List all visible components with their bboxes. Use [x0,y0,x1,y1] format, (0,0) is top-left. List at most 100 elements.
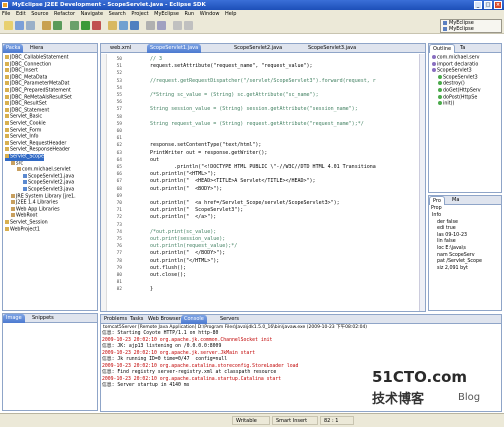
tree-item[interactable]: WebRoot [11,213,37,220]
tree-item[interactable]: Servlet_Info [5,134,38,141]
menu-navigate[interactable]: Navigate [81,11,103,17]
tab-tasks[interactable]: Tasks [127,315,146,324]
tab-scopeservlet1[interactable]: ScopeServlet1.java [147,44,202,53]
outline-item[interactable]: destroy() [438,81,465,88]
tree-item[interactable]: JDBC_ReMetaAlsResultSet [5,94,72,102]
tab-outline[interactable]: Outline [429,44,456,53]
external-tools-icon[interactable] [92,21,101,30]
code-line[interactable]: out.close(); [150,272,186,279]
new-java-project-icon[interactable] [108,21,117,30]
tree-item[interactable]: Servlet_RequestHeader [5,140,66,148]
tab-web-xml[interactable]: web.xml [107,44,134,53]
menu-source[interactable]: Source [31,11,48,17]
code-line[interactable]: /*String sc_value = (String) sc.getAttri… [150,92,319,99]
deploy-icon[interactable] [42,21,51,30]
tab-problems[interactable]: Problems [101,315,130,324]
code-line[interactable]: out.println(request_value);*/ [150,243,237,250]
tree-item[interactable]: JDBC_Insert [5,68,38,75]
menu-edit[interactable]: Edit [16,11,26,17]
code-line[interactable]: out.println(" </a>"); [150,214,216,221]
code-line[interactable]: //request.getRequestDispatcher("/servlet… [150,78,376,85]
property-row[interactable]: Info [432,213,441,220]
code-line[interactable]: /*out.print(sc_value); [150,229,216,236]
new-icon[interactable] [4,21,13,30]
new-class-icon[interactable] [130,21,139,30]
property-row[interactable]: pat /Servlet_Scope [437,259,482,266]
code-line[interactable]: request.setAttribute("request_name", "re… [150,63,313,70]
forward-icon[interactable] [184,21,193,30]
tab-properties[interactable]: Pro [429,196,445,205]
tab-scopeservlet3[interactable]: ScopeServlet3.java [305,44,359,53]
tab-web-browser[interactable]: Web Browser [145,315,184,324]
code-line[interactable]: } [150,286,153,293]
tree-item[interactable]: Web App Libraries [11,206,60,214]
debug-icon[interactable] [70,21,79,30]
tree-item[interactable]: src [11,160,23,168]
tab-console[interactable]: Console [181,315,207,324]
tab-servers[interactable]: Servers [217,315,242,324]
tree-item[interactable]: JDBC_ParameterMetaDat [5,81,69,88]
tab-scopeservlet2[interactable]: ScopeServlet2.java [231,44,285,53]
print-icon[interactable] [26,21,35,30]
outline-item[interactable]: doGet(HttpServ [438,88,481,95]
tree-item[interactable]: ScopeServlet2.java [23,180,74,187]
tab-snippets[interactable]: Snippets [29,314,57,323]
save-icon[interactable] [15,21,24,30]
outline-item[interactable]: ScopeServlet3 [432,68,472,75]
run-icon[interactable] [81,21,90,30]
code-line[interactable]: .println("<!DOCTYPE HTML PUBLIC \"-//W3C… [150,164,376,171]
tree-item[interactable]: JDBC_PreparedStatement [5,88,71,95]
code-line[interactable]: PrintWriter out = response.getWriter(); [150,150,267,157]
property-row[interactable]: lin false [437,239,456,246]
menu-run[interactable]: Run [185,11,195,17]
tree-item[interactable]: Servlet_Session [5,220,48,227]
search-icon[interactable] [146,21,155,30]
tree-item[interactable]: JDBC_ResultSet [5,101,47,108]
menu-help[interactable]: Help [225,11,236,17]
tree-item[interactable]: Servlet_ResponseHeader [5,147,70,154]
property-row[interactable]: edi true [437,226,456,233]
menu-file[interactable]: File [2,11,10,17]
close-button[interactable]: × [494,1,502,9]
tree-item[interactable]: JRE System Library [jre1. [11,193,76,201]
property-row[interactable]: siz 2,091 byt [437,266,468,273]
maximize-button[interactable]: □ [484,1,492,9]
tree-item[interactable]: Servlet_Scope [5,154,44,161]
menu-search[interactable]: Search [109,11,126,17]
tree-item[interactable]: WebProject1 [5,226,40,234]
tree-item[interactable]: ScopeServlet1.java [23,173,74,181]
outline-item[interactable]: ScopeServlet3 [438,74,478,82]
code-line[interactable]: String request_value = (String) request.… [150,121,364,128]
code-line[interactable]: String session_value = (String) session.… [150,106,358,113]
tab-hierarchy[interactable]: Hiera [27,44,46,53]
tree-item[interactable]: Servlet_Cookie [5,121,46,128]
outline-item[interactable]: com.michael.serv [432,55,479,62]
code-line[interactable]: out.println(" </BODY>"); [150,250,225,257]
tree-item[interactable]: JDBC_MetaData [5,74,47,82]
outline-item[interactable]: init() [438,101,454,108]
tab-markers[interactable]: Ma [449,196,462,205]
tree-item[interactable]: Servlet_Basic [5,114,42,121]
tree-item[interactable]: Servlet_Form [5,127,41,135]
new-package-icon[interactable] [119,21,128,30]
back-icon[interactable] [173,21,182,30]
menu-myeclipse[interactable]: MyEclipse [154,11,179,17]
server-icon[interactable] [53,21,62,30]
tab-image[interactable]: Image [3,314,25,323]
menu-window[interactable]: Window [200,11,220,17]
editor-scrollbar[interactable] [419,54,425,311]
tab-task-list[interactable]: Ta [457,44,468,53]
menu-refactor[interactable]: Refactor [54,11,75,17]
outline-item[interactable]: doPost(HttpSe [438,94,477,102]
tree-item[interactable]: JDBC_CallableStatement [5,55,69,62]
perspective-myeclipse-2[interactable]: MyEclipse [441,26,501,32]
code-line[interactable]: out.println(" ScopeServlet3"); [150,207,243,214]
tab-package-explorer[interactable]: Packa [3,44,24,53]
tree-item[interactable]: JDBC_Statement [5,107,49,115]
tree-item[interactable]: J2EE 1.4 Libraries [11,200,58,207]
open-type-icon[interactable] [157,21,166,30]
code-line[interactable]: out.println(" <a href=/Servlet_Scope/ser… [150,200,340,207]
code-line[interactable]: out.println(" <BODY>"); [150,186,222,193]
code-line[interactable]: out.println("</HTML>"); [150,258,219,265]
code-line[interactable]: response.setContentType("text/html"); [150,142,261,149]
